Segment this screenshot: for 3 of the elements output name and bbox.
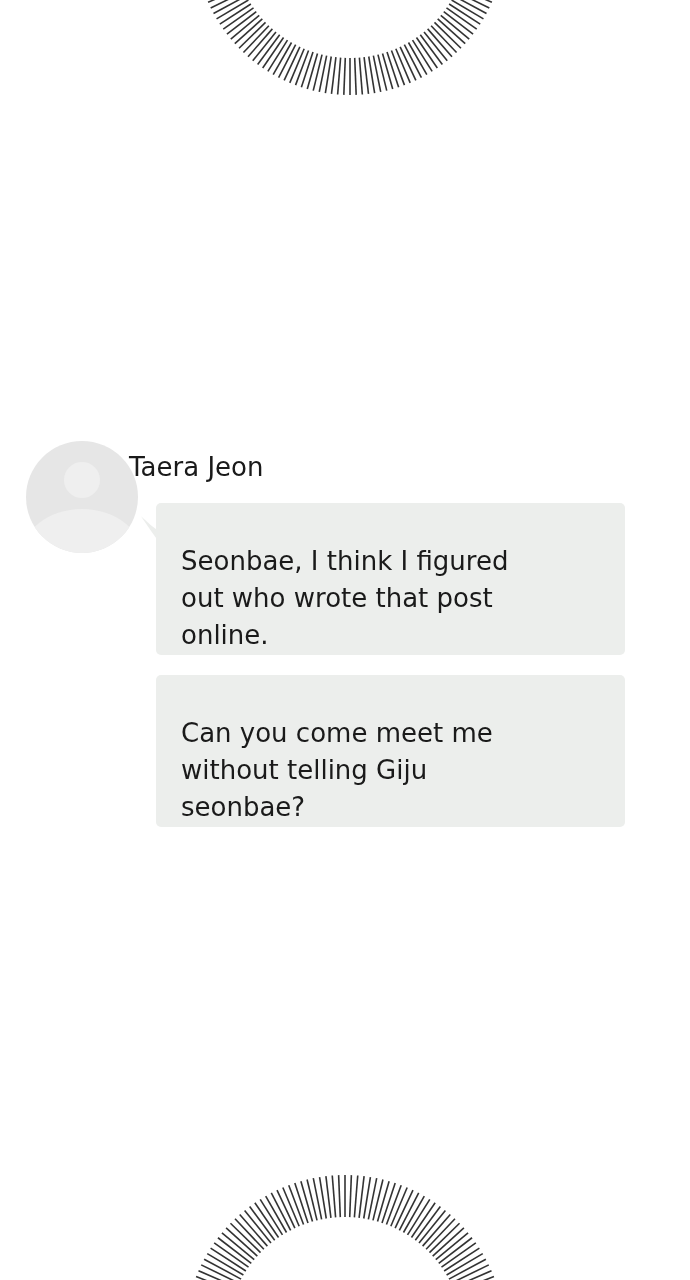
message-bubble: Can you come meet me without telling Giju seonbae? — [156, 675, 625, 827]
message-bubble: Seonbae, I think I figured out who wrote that post online. — [156, 503, 625, 655]
sender-name: Taera Jeon — [129, 451, 265, 483]
